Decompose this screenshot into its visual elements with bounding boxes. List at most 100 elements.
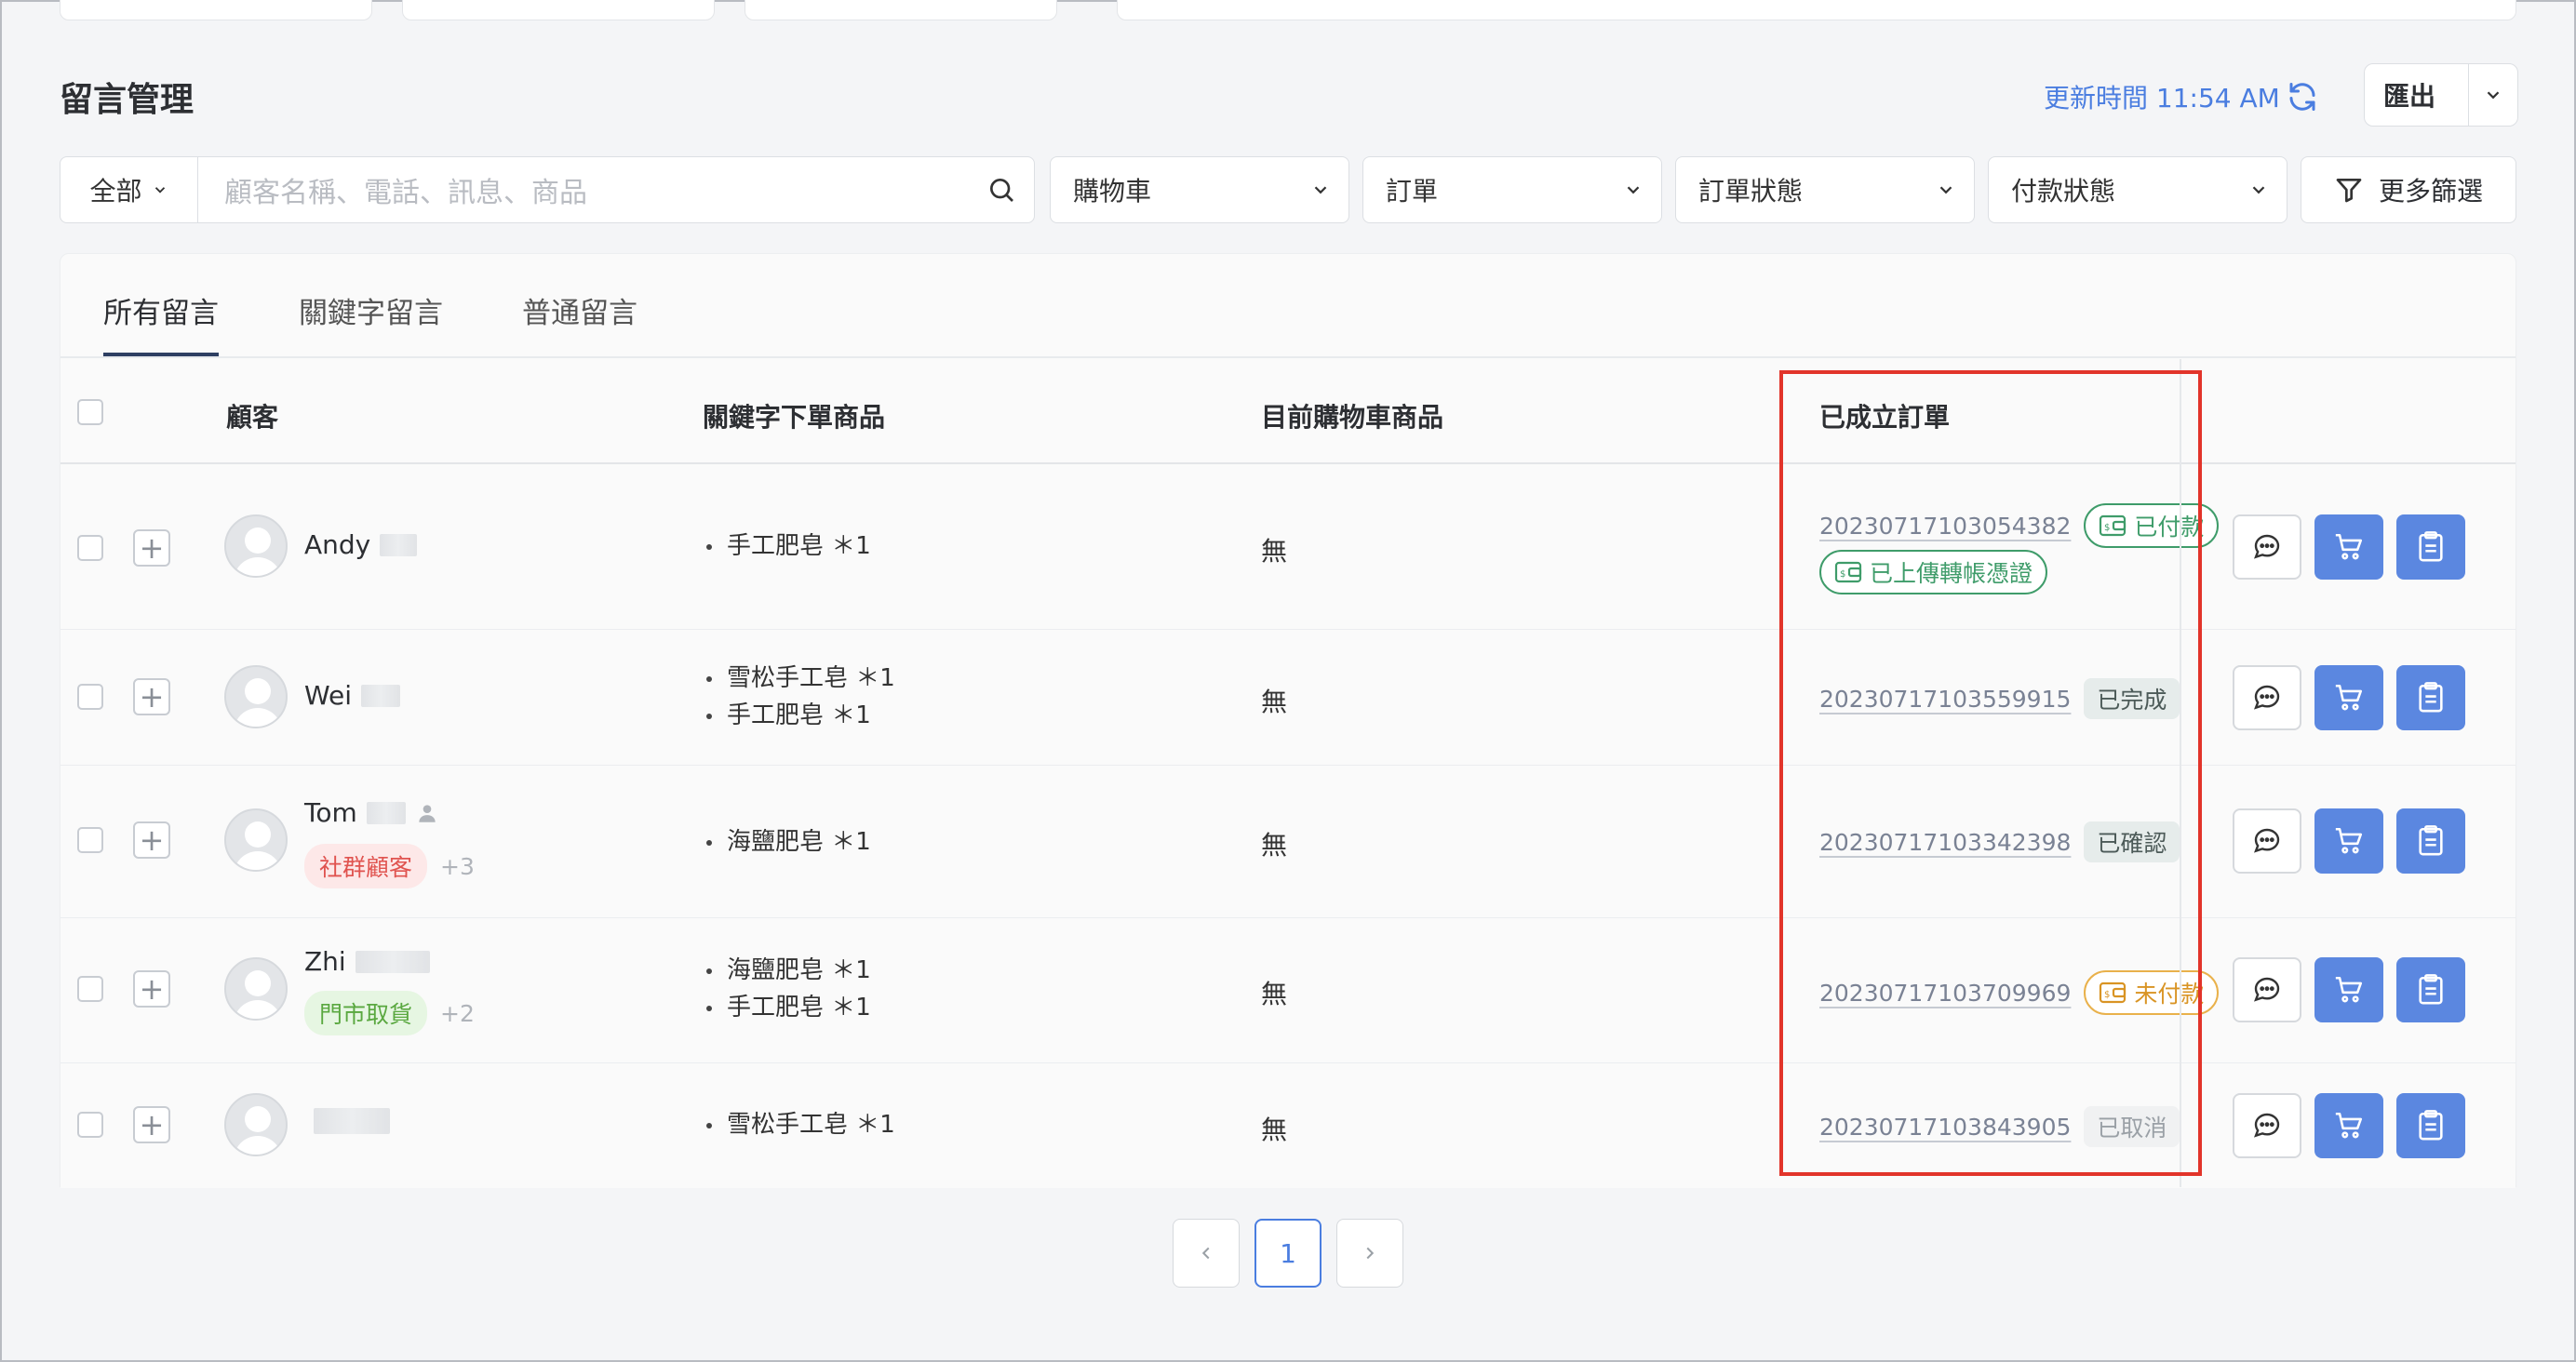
update-time[interactable]: 更新時間 11:54 AM [2044, 78, 2319, 115]
prev-page-button[interactable] [1173, 1219, 1240, 1288]
order-number-link[interactable]: 20230717103843905 [1819, 1114, 2071, 1141]
tab-all-comments[interactable]: 所有留言 [103, 289, 219, 356]
list-item: 雪松手工皂 ＊1 [703, 1106, 895, 1143]
message-button[interactable] [2233, 808, 2301, 874]
table-row: + Wei 雪松手工皂 ＊1 手工肥皂 ＊1 無 202307171035599… [60, 630, 2516, 766]
order-status-badge: 已取消 [2084, 1106, 2180, 1147]
search-input[interactable]: 顧客名稱、電話、訊息、商品 [198, 169, 969, 210]
column-header-orders: 已成立訂單 [1819, 402, 1951, 433]
order-number-link[interactable]: 20230717103054382 [1819, 513, 2071, 540]
customer-name[interactable] [304, 1108, 390, 1134]
row-checkbox[interactable] [77, 1112, 103, 1138]
page-title: 留言管理 [60, 81, 195, 119]
cart-icon [2335, 827, 2363, 854]
avatar [224, 1093, 288, 1156]
tab-normal-comments[interactable]: 普通留言 [522, 289, 637, 331]
order-button[interactable] [2396, 957, 2465, 1022]
export-dropdown[interactable] [2469, 85, 2517, 105]
scope-select[interactable]: 全部 [60, 157, 198, 222]
order-status-filter[interactable]: 訂單狀態 [1675, 156, 1975, 223]
page-number-button[interactable]: 1 [1254, 1219, 1322, 1288]
row-actions [2233, 514, 2465, 580]
cart-button[interactable] [2314, 957, 2383, 1022]
payment-status-badge: $ 已付款 [2084, 503, 2220, 548]
order-filter[interactable]: 訂單 [1362, 156, 1662, 223]
order-number-link[interactable]: 20230717103559915 [1819, 686, 2071, 713]
customer-name[interactable]: Wei [304, 680, 401, 711]
chevron-down-icon [2487, 91, 2500, 100]
customer-name[interactable]: Tom [304, 797, 439, 828]
cart-icon [2335, 976, 2363, 1003]
message-button[interactable] [2233, 665, 2301, 730]
export-label[interactable]: 匯出 [2365, 64, 2469, 126]
avatar [224, 665, 288, 728]
refresh-icon[interactable] [2286, 80, 2319, 114]
tab-bar: 所有留言 關鍵字留言 普通留言 [60, 254, 2516, 358]
order-button[interactable] [2396, 808, 2465, 874]
customer-name[interactable]: Zhi [304, 946, 430, 977]
payment-status-filter-label: 付款狀態 [2011, 176, 2116, 207]
next-page-button[interactable] [1336, 1219, 1403, 1288]
redacted-name [355, 950, 430, 973]
chevron-down-icon [2252, 186, 2265, 194]
cart-button[interactable] [2314, 665, 2383, 730]
payment-status-text: 未付款 [2134, 981, 2205, 1008]
search-icon[interactable] [969, 175, 1034, 205]
payment-status-filter[interactable]: 付款狀態 [1988, 156, 2288, 223]
order-button[interactable] [2396, 1093, 2465, 1158]
keyword-items-list: 雪松手工皂 ＊1 [703, 1106, 895, 1143]
order-number-link[interactable]: 20230717103342398 [1819, 829, 2071, 856]
tab-keyword-comments[interactable]: 關鍵字留言 [299, 289, 443, 331]
order-entry: 20230717103054382 $ 已付款 [1819, 503, 2220, 548]
table-row: + Andy 手工肥皂 ＊1 無 20230717103054382 $ 已付款… [60, 464, 2516, 630]
row-checkbox[interactable] [77, 827, 103, 853]
transfer-proof-text: 已上傳轉帳憑證 [1870, 560, 2033, 587]
expand-button[interactable]: + [133, 678, 170, 715]
message-button[interactable] [2233, 957, 2301, 1022]
order-filter-label: 訂單 [1386, 176, 1439, 207]
expand-button[interactable]: + [133, 1106, 170, 1143]
customer-name-text: Tom [304, 797, 357, 828]
row-checkbox[interactable] [77, 976, 103, 1002]
message-button[interactable] [2233, 1093, 2301, 1158]
row-checkbox[interactable] [77, 535, 103, 561]
order-entry: 20230717103342398 已確認 [1819, 821, 2180, 862]
order-number-link[interactable]: 20230717103709969 [1819, 980, 2071, 1007]
redacted-name [366, 801, 406, 824]
keyword-items-list: 海鹽肥皂 ＊1 [703, 823, 871, 861]
cart-items-value: 無 [1261, 830, 1288, 861]
cart-button[interactable] [2314, 1093, 2383, 1158]
customer-name[interactable]: Andy [304, 529, 418, 560]
cart-icon [2335, 533, 2363, 560]
customer-name-text: Zhi [304, 946, 346, 977]
message-button[interactable] [2233, 514, 2301, 580]
cart-filter[interactable]: 購物車 [1050, 156, 1349, 223]
more-tags-count[interactable]: +3 [440, 853, 475, 880]
wallet-icon: $ [2100, 981, 2127, 1004]
export-button[interactable]: 匯出 [2364, 63, 2518, 127]
cart-filter-label: 購物車 [1073, 176, 1152, 207]
chat-bubble-icon [2253, 977, 2280, 1002]
chat-bubble-icon [2253, 685, 2280, 710]
chat-bubble-icon [2253, 828, 2280, 853]
more-tags-count[interactable]: +2 [440, 1000, 475, 1027]
list-item: 雪松手工皂 ＊1 [703, 660, 895, 697]
row-checkbox[interactable] [77, 684, 103, 710]
update-time-text: 更新時間 11:54 AM [2044, 83, 2280, 114]
summary-card [1117, 0, 2516, 20]
cart-button[interactable] [2314, 514, 2383, 580]
expand-button[interactable]: + [133, 970, 170, 1008]
expand-button[interactable]: + [133, 821, 170, 859]
order-button[interactable] [2396, 665, 2465, 730]
customer-name-text: Wei [304, 680, 353, 711]
customer-tags: 社群顧客 +3 [304, 844, 475, 888]
order-button[interactable] [2396, 514, 2465, 580]
expand-button[interactable]: + [133, 529, 170, 567]
clipboard-icon [2419, 1110, 2443, 1141]
more-filters-button[interactable]: 更多篩選 [2301, 156, 2516, 223]
cart-button[interactable] [2314, 808, 2383, 874]
select-all-checkbox[interactable] [77, 399, 103, 425]
cart-icon [2335, 684, 2363, 711]
svg-text:$: $ [1840, 569, 1845, 580]
summary-card [60, 0, 372, 20]
